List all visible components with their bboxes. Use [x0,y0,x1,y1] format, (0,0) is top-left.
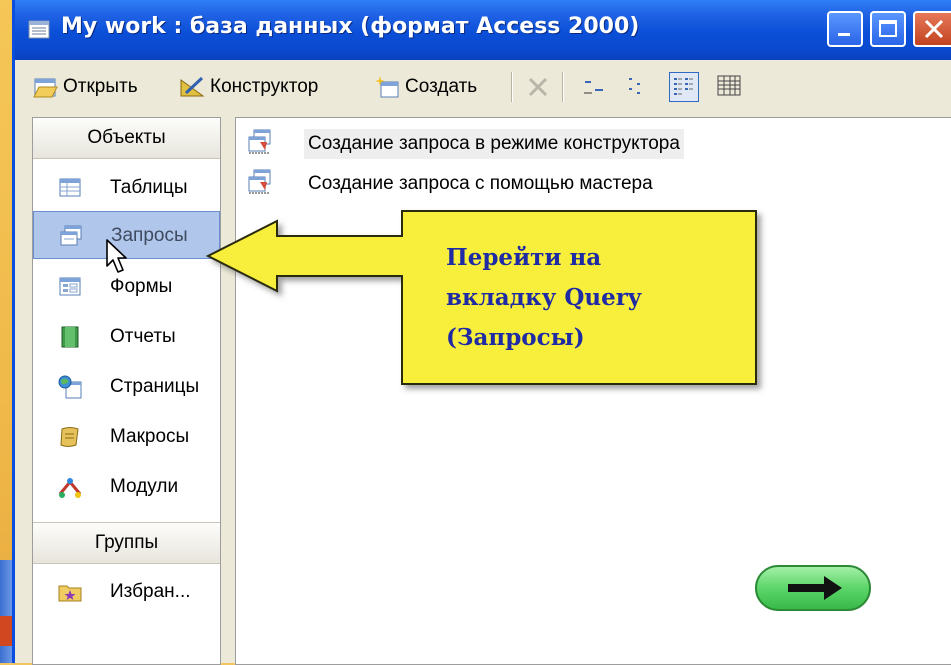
list-item-label: Создание запроса в режиме конструктора [304,129,684,159]
sidebar-item-pages[interactable]: Страницы [33,363,220,411]
next-button[interactable] [754,564,872,612]
taskbar-fragment [0,560,12,663]
sidebar-item-label: Страницы [110,376,200,397]
objects-bar: Объекты Таблицы Запросы Формы Отчеты Стр… [32,117,221,665]
new-query-icon [248,169,271,194]
create-icon [375,76,399,98]
minimize-button[interactable] [827,11,863,47]
new-query-icon [248,129,271,154]
module-icon [58,478,82,498]
sidebar-item-label: Макросы [110,426,190,447]
sidebar-item-label: Формы [110,276,173,297]
table-icon [59,178,81,197]
create-label: Создать [405,76,478,97]
database-window-icon [28,20,50,39]
report-icon [61,326,79,348]
large-icons-icon [584,81,603,94]
sidebar-item-label: Отчеты [110,326,176,347]
list-item[interactable]: Создание запроса с помощью мастера [236,164,951,204]
mouse-cursor-icon [106,239,127,273]
toolbar-separator [562,72,564,102]
small-icons-icon [629,78,640,94]
sidebar-item-label: Таблицы [110,177,188,198]
design-icon [180,76,205,97]
sidebar-item-reports[interactable]: Отчеты [33,313,220,361]
list-item-label: Создание запроса с помощью мастера [308,173,653,194]
sidebar-item-label: Модули [110,476,179,497]
list-item[interactable]: Создание запроса в режиме конструктора [236,124,951,164]
large-icons-button[interactable] [580,72,610,102]
callout-text: Перейти на вкладку Query (Запросы) [446,244,642,351]
favorites-folder-icon [58,585,82,602]
window-title: My work : база данных (формат Access 200… [61,14,640,39]
list-view-button[interactable] [669,72,699,102]
small-icons-button[interactable] [625,72,655,102]
delete-icon[interactable] [525,74,551,100]
toolbar: Открыть Конструктор Создать [15,60,951,112]
sidebar-item-modules[interactable]: Модули [33,463,220,511]
details-view-button[interactable] [715,72,745,102]
list-view-icon [674,78,693,95]
maximize-icon [879,20,897,37]
sidebar-item-label: Избран... [110,581,191,602]
objects-header[interactable]: Объекты [33,118,220,159]
toolbar-separator [511,72,513,102]
maximize-button[interactable] [870,11,906,47]
page-icon [58,375,82,399]
sidebar-item-macros[interactable]: Макросы [33,413,220,461]
minimize-icon [838,33,850,36]
macro-icon [60,427,79,447]
close-icon [924,19,944,39]
title-bar[interactable]: My work : база данных (формат Access 200… [15,0,951,60]
close-button[interactable] [913,11,951,47]
open-label: Открыть [63,76,138,97]
details-view-icon [717,75,741,96]
form-icon [59,277,81,296]
design-button[interactable]: Конструктор [178,73,318,101]
design-label: Конструктор [210,76,319,97]
groups-header[interactable]: Группы [33,522,220,564]
create-button[interactable]: Создать [375,73,477,101]
sidebar-item-favorites[interactable]: Избран... [33,568,220,616]
open-icon [33,78,58,98]
sidebar-item-tables[interactable]: Таблицы [33,164,220,212]
open-button[interactable]: Открыть [33,73,138,101]
query-icon [60,225,82,246]
